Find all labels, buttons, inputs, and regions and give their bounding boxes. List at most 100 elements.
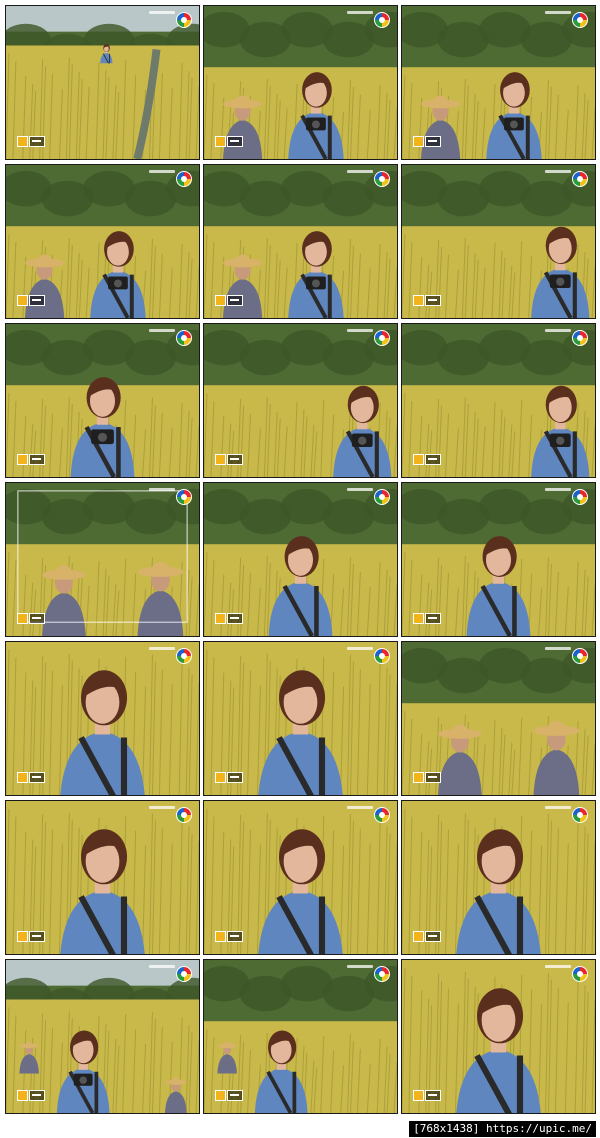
video-frame [203, 959, 398, 1114]
content-rating-badge [215, 1090, 243, 1101]
rating-label-icon [227, 1090, 243, 1101]
channel-logo [374, 807, 390, 823]
channel-logo [374, 489, 390, 505]
channel-url-watermark [347, 806, 373, 809]
channel-url-watermark [545, 11, 571, 14]
channel-url-watermark [347, 488, 373, 491]
content-rating-badge [215, 454, 243, 465]
channel-logo [176, 330, 192, 346]
rating-label-icon [29, 295, 45, 306]
rating-label-icon [29, 1090, 45, 1101]
rating-square-icon [215, 772, 226, 783]
content-rating-badge [215, 613, 243, 624]
rating-square-icon [215, 613, 226, 624]
content-rating-badge [413, 454, 441, 465]
channel-logo [572, 12, 588, 28]
channel-url-watermark [347, 965, 373, 968]
content-rating-badge [413, 295, 441, 306]
rating-label-icon [29, 613, 45, 624]
channel-logo [176, 171, 192, 187]
content-rating-badge [215, 136, 243, 147]
channel-logo [572, 648, 588, 664]
channel-url-watermark [149, 329, 175, 332]
rating-label-icon [29, 454, 45, 465]
content-rating-badge [215, 772, 243, 783]
rating-label-icon [227, 931, 243, 942]
rating-label-icon [29, 931, 45, 942]
image-size-label: [768x1438] https://upic.me/ [409, 1121, 596, 1137]
video-frame [401, 641, 596, 796]
rating-label-icon [227, 136, 243, 147]
rating-square-icon [17, 295, 28, 306]
rating-square-icon [17, 613, 28, 624]
video-frame [401, 959, 596, 1114]
content-rating-badge [17, 1090, 45, 1101]
rating-square-icon [17, 772, 28, 783]
content-rating-badge [413, 772, 441, 783]
video-frame [203, 164, 398, 319]
channel-logo [572, 807, 588, 823]
channel-logo [572, 489, 588, 505]
content-rating-badge [413, 136, 441, 147]
rating-square-icon [413, 136, 424, 147]
video-frame [203, 800, 398, 955]
channel-url-watermark [347, 329, 373, 332]
rating-label-icon [29, 136, 45, 147]
video-frame [203, 323, 398, 478]
channel-logo [176, 489, 192, 505]
rating-label-icon [227, 613, 243, 624]
video-frame [5, 164, 200, 319]
channel-logo [374, 171, 390, 187]
channel-url-watermark [149, 647, 175, 650]
channel-url-watermark [545, 329, 571, 332]
content-rating-badge [17, 454, 45, 465]
rating-square-icon [413, 772, 424, 783]
rating-label-icon [425, 1090, 441, 1101]
video-frame [5, 323, 200, 478]
rating-square-icon [215, 295, 226, 306]
video-frame [5, 800, 200, 955]
content-rating-badge [215, 295, 243, 306]
channel-logo [176, 807, 192, 823]
rating-square-icon [17, 136, 28, 147]
content-rating-badge [413, 1090, 441, 1101]
rating-square-icon [17, 1090, 28, 1101]
video-frame [401, 800, 596, 955]
channel-url-watermark [347, 170, 373, 173]
rating-label-icon [425, 931, 441, 942]
rating-square-icon [215, 931, 226, 942]
rating-square-icon [413, 295, 424, 306]
rating-label-icon [425, 772, 441, 783]
channel-url-watermark [347, 647, 373, 650]
channel-logo [176, 12, 192, 28]
contact-sheet [0, 0, 600, 1120]
channel-logo [374, 12, 390, 28]
rating-square-icon [413, 613, 424, 624]
channel-logo [572, 966, 588, 982]
video-frame [5, 641, 200, 796]
channel-url-watermark [149, 170, 175, 173]
video-frame [203, 5, 398, 160]
video-frame [5, 959, 200, 1114]
video-frame [5, 482, 200, 637]
video-frame [401, 482, 596, 637]
rating-square-icon [17, 454, 28, 465]
channel-url-watermark [149, 806, 175, 809]
content-rating-badge [17, 136, 45, 147]
rating-square-icon [413, 931, 424, 942]
channel-url-watermark [149, 488, 175, 491]
content-rating-badge [17, 931, 45, 942]
channel-logo [374, 966, 390, 982]
channel-logo [572, 330, 588, 346]
rating-square-icon [17, 931, 28, 942]
video-frame [203, 482, 398, 637]
channel-url-watermark [545, 965, 571, 968]
rating-square-icon [413, 1090, 424, 1101]
content-rating-badge [413, 931, 441, 942]
rating-label-icon [425, 454, 441, 465]
video-frame [401, 323, 596, 478]
footer-bar: [768x1438] https://upic.me/ [0, 1120, 600, 1138]
rating-label-icon [425, 295, 441, 306]
rating-label-icon [227, 295, 243, 306]
channel-logo [374, 330, 390, 346]
